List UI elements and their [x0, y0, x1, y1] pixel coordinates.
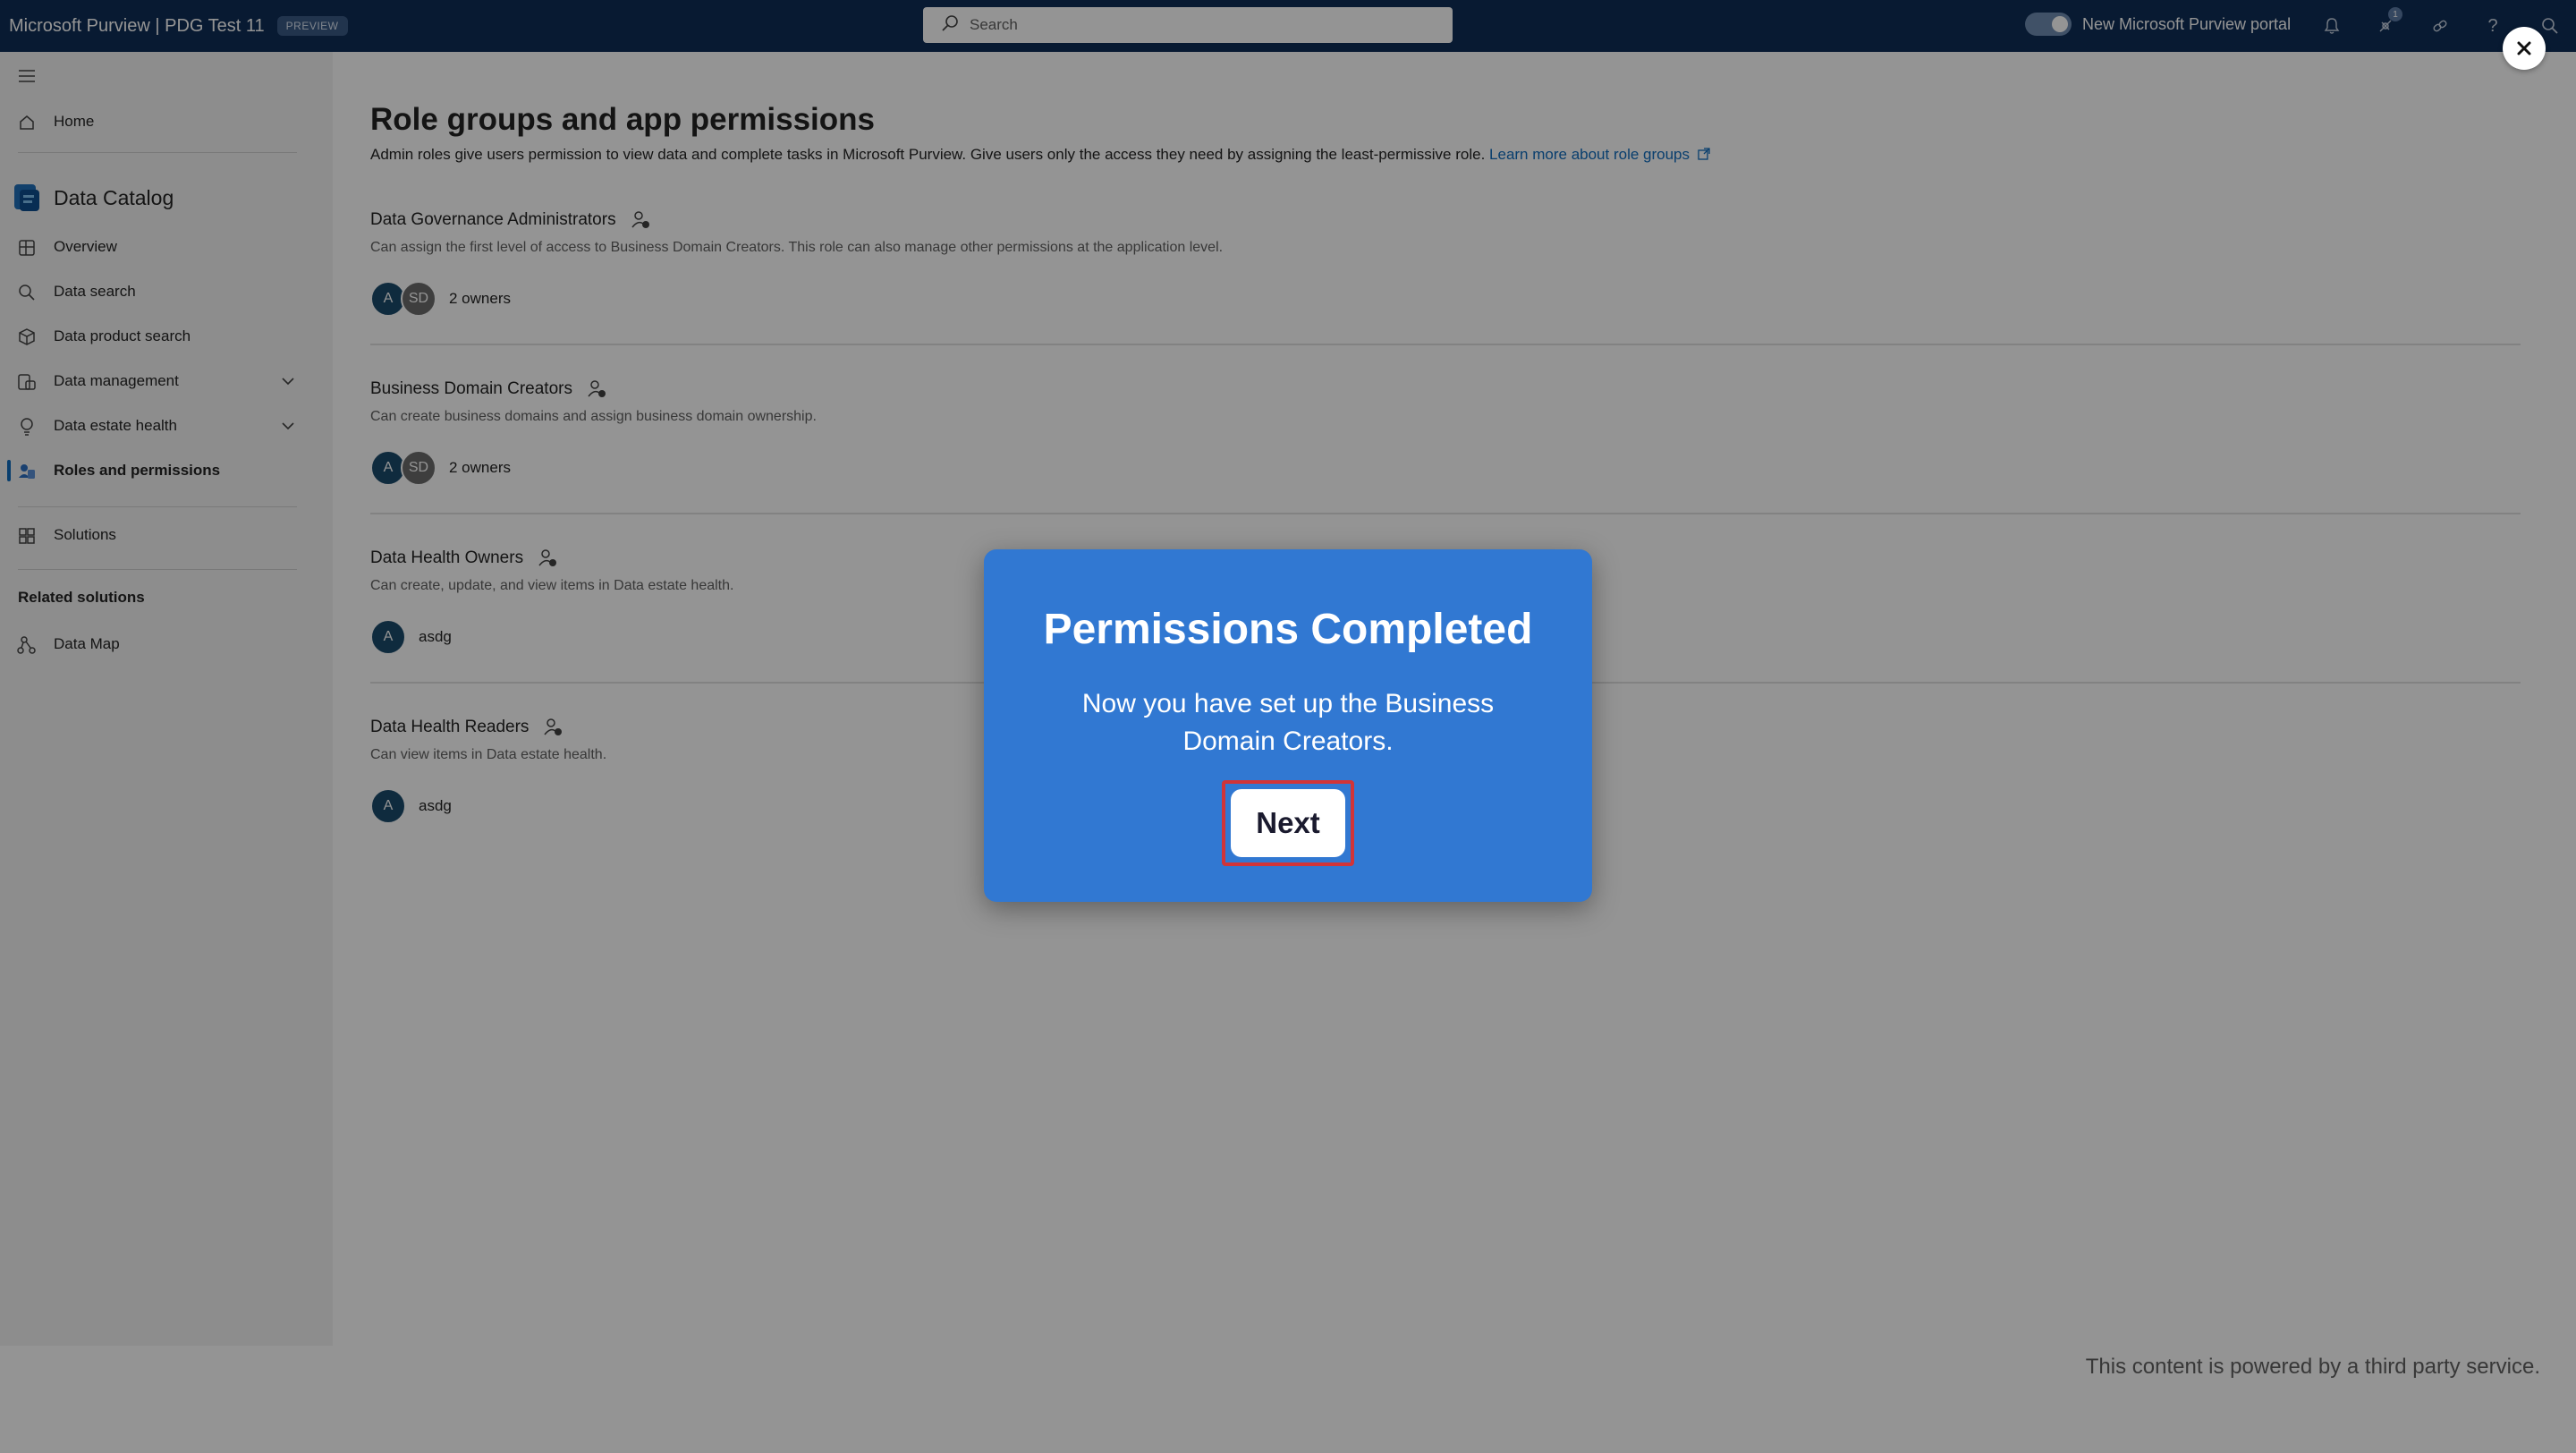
permissions-completed-dialog: Permissions Completed Now you have set u…: [984, 549, 1592, 902]
dialog-title: Permissions Completed: [1043, 606, 1533, 653]
close-icon: [2517, 41, 2531, 55]
dialog-message: Now you have set up the Business Domain …: [1081, 689, 1495, 756]
next-button-focus-ring: Next: [1222, 780, 1354, 866]
next-button[interactable]: Next: [1231, 789, 1345, 857]
close-tour-button[interactable]: [2503, 27, 2546, 70]
